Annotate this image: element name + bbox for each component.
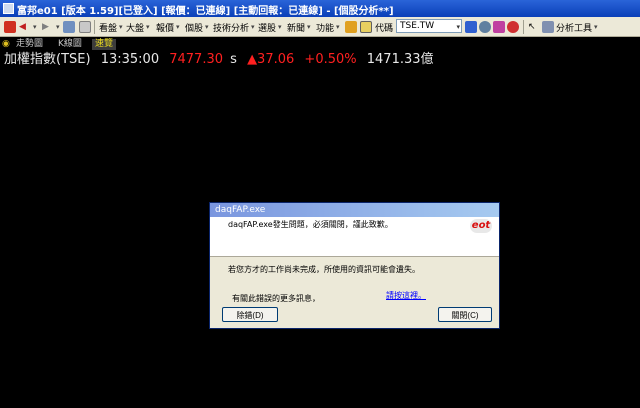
toolbar: ◀ ▾ ▶ ▾ 看盤 ▾ 大盤 ▾ 報價 ▾ 個股 ▾ 技術分析 ▾ 選股 ▾ 新聞 ▾ 功能… xyxy=(0,17,640,37)
dialog-warning: 若您方才的工作尚未完成，所使用的資訊可能會遺失。 xyxy=(228,265,420,274)
chevron-down-icon: ▾ xyxy=(146,23,150,31)
menu-stock[interactable]: 個股 ▾ xyxy=(185,20,209,34)
pen-icon[interactable] xyxy=(345,21,357,33)
chevron-down-icon: ▾ xyxy=(278,23,282,31)
dialog-details-link[interactable]: 請按這裡。 xyxy=(386,290,426,301)
dialog-message: daqFAP.exe發生問題，必須關閉，謹此致歉。 xyxy=(228,220,393,229)
back-dropdown-icon[interactable]: ▾ xyxy=(31,20,37,34)
chart-tabs: ◉ 走勢圖 K線圖 速覽 xyxy=(0,37,640,51)
menu-stock-picker-label: 選股 xyxy=(258,23,277,34)
quote-volume: 1471.33億 xyxy=(366,52,434,67)
tools-icon[interactable] xyxy=(493,21,505,33)
menu-stock-picker[interactable]: 選股 ▾ xyxy=(258,20,282,34)
print-icon[interactable] xyxy=(63,21,75,33)
title-bar: 富邦e01 [版本 1.59][已登入] [報價：已連線] [主動回報：已連線]… xyxy=(0,0,640,17)
chevron-down-icon: ▾ xyxy=(119,23,123,31)
menu-functions[interactable]: 功能 ▾ xyxy=(316,20,340,34)
chevron-down-icon: ▾ xyxy=(594,23,598,31)
go-icon[interactable] xyxy=(465,21,477,33)
panel-toggle-icon[interactable]: ◉ xyxy=(2,39,10,50)
chevron-down-icon: ▾ xyxy=(251,23,255,31)
menu-analysis-tools-label: 分析工具 xyxy=(556,23,593,34)
chevron-down-icon: ▾ xyxy=(205,23,209,31)
close-button[interactable]: 關閉(C) xyxy=(438,307,492,322)
debug-button[interactable]: 除錯(D) xyxy=(222,307,278,322)
menu-technical-analysis[interactable]: 技術分析 ▾ xyxy=(213,20,255,34)
toolbar-separator xyxy=(94,20,95,34)
alert-icon[interactable] xyxy=(507,21,519,33)
menu-market[interactable]: 大盤 ▾ xyxy=(126,20,150,34)
menu-watch[interactable]: 看盤 ▾ xyxy=(99,20,123,34)
notepad-icon[interactable] xyxy=(360,21,372,33)
index-quote-bar: 加權指數(TSE) 13:35:00 7477.30 s ▲37.06 +0.5… xyxy=(4,51,440,69)
chevron-down-icon: ▾ xyxy=(336,23,340,31)
menu-functions-label: 功能 xyxy=(316,23,335,34)
home-icon[interactable] xyxy=(4,21,16,33)
index-name: 加權指數(TSE) xyxy=(4,52,91,67)
tab-k-chart[interactable]: K線圖 xyxy=(58,39,82,50)
chevron-down-icon: ▾ xyxy=(176,23,180,31)
tab-trend-chart[interactable]: 走勢圖 xyxy=(16,39,43,50)
forward-icon[interactable]: ▶ xyxy=(42,20,49,34)
chevron-down-icon: ▾ xyxy=(456,23,460,31)
error-dialog: daqFAP.exe daqFAP.exe發生問題，必須關閉，謹此致歉。 eot… xyxy=(209,202,500,329)
quote-change: ▲37.06 xyxy=(247,52,295,67)
dialog-title: daqFAP.exe xyxy=(210,203,499,217)
search-icon[interactable] xyxy=(479,21,491,33)
toolbar-separator xyxy=(523,20,524,34)
dialog-more-info: 有關此錯誤的更多訊息， xyxy=(232,294,320,303)
forward-dropdown-icon[interactable]: ▾ xyxy=(54,20,60,34)
menu-quote[interactable]: 報價 ▾ xyxy=(156,20,180,34)
quote-change-pct: +0.50% xyxy=(304,52,357,67)
cursor-icon[interactable]: ↖ xyxy=(528,20,536,34)
menu-news[interactable]: 新聞 ▾ xyxy=(287,20,311,34)
menu-news-label: 新聞 xyxy=(287,23,306,34)
menu-watch-label: 看盤 xyxy=(99,23,118,34)
menu-analysis-tools[interactable]: 分析工具 ▾ xyxy=(556,20,598,34)
back-icon[interactable]: ◀ xyxy=(19,20,26,34)
stock-code-select[interactable]: TSE.TW ▾ xyxy=(396,19,462,33)
menu-market-label: 大盤 xyxy=(126,23,145,34)
analysis-tools-icon xyxy=(542,21,554,33)
app-icon xyxy=(3,3,14,14)
chevron-down-icon: ▾ xyxy=(307,23,311,31)
quote-price-flag: s xyxy=(230,52,237,67)
app-logo: eot xyxy=(470,219,492,233)
code-label: 代碼 xyxy=(375,23,394,34)
stock-code-value: TSE.TW xyxy=(400,21,435,31)
tab-quick-view[interactable]: 速覽 xyxy=(92,39,117,50)
window-icon[interactable] xyxy=(79,21,91,33)
window-title: 富邦e01 [版本 1.59][已登入] [報價：已連線] [主動回報：已連線]… xyxy=(17,6,394,17)
quote-time: 13:35:00 xyxy=(100,52,160,67)
menu-quote-label: 報價 xyxy=(156,23,175,34)
menu-technical-analysis-label: 技術分析 xyxy=(213,23,250,34)
menu-stock-label: 個股 xyxy=(185,23,204,34)
quote-price: 7477.30 xyxy=(169,52,223,67)
